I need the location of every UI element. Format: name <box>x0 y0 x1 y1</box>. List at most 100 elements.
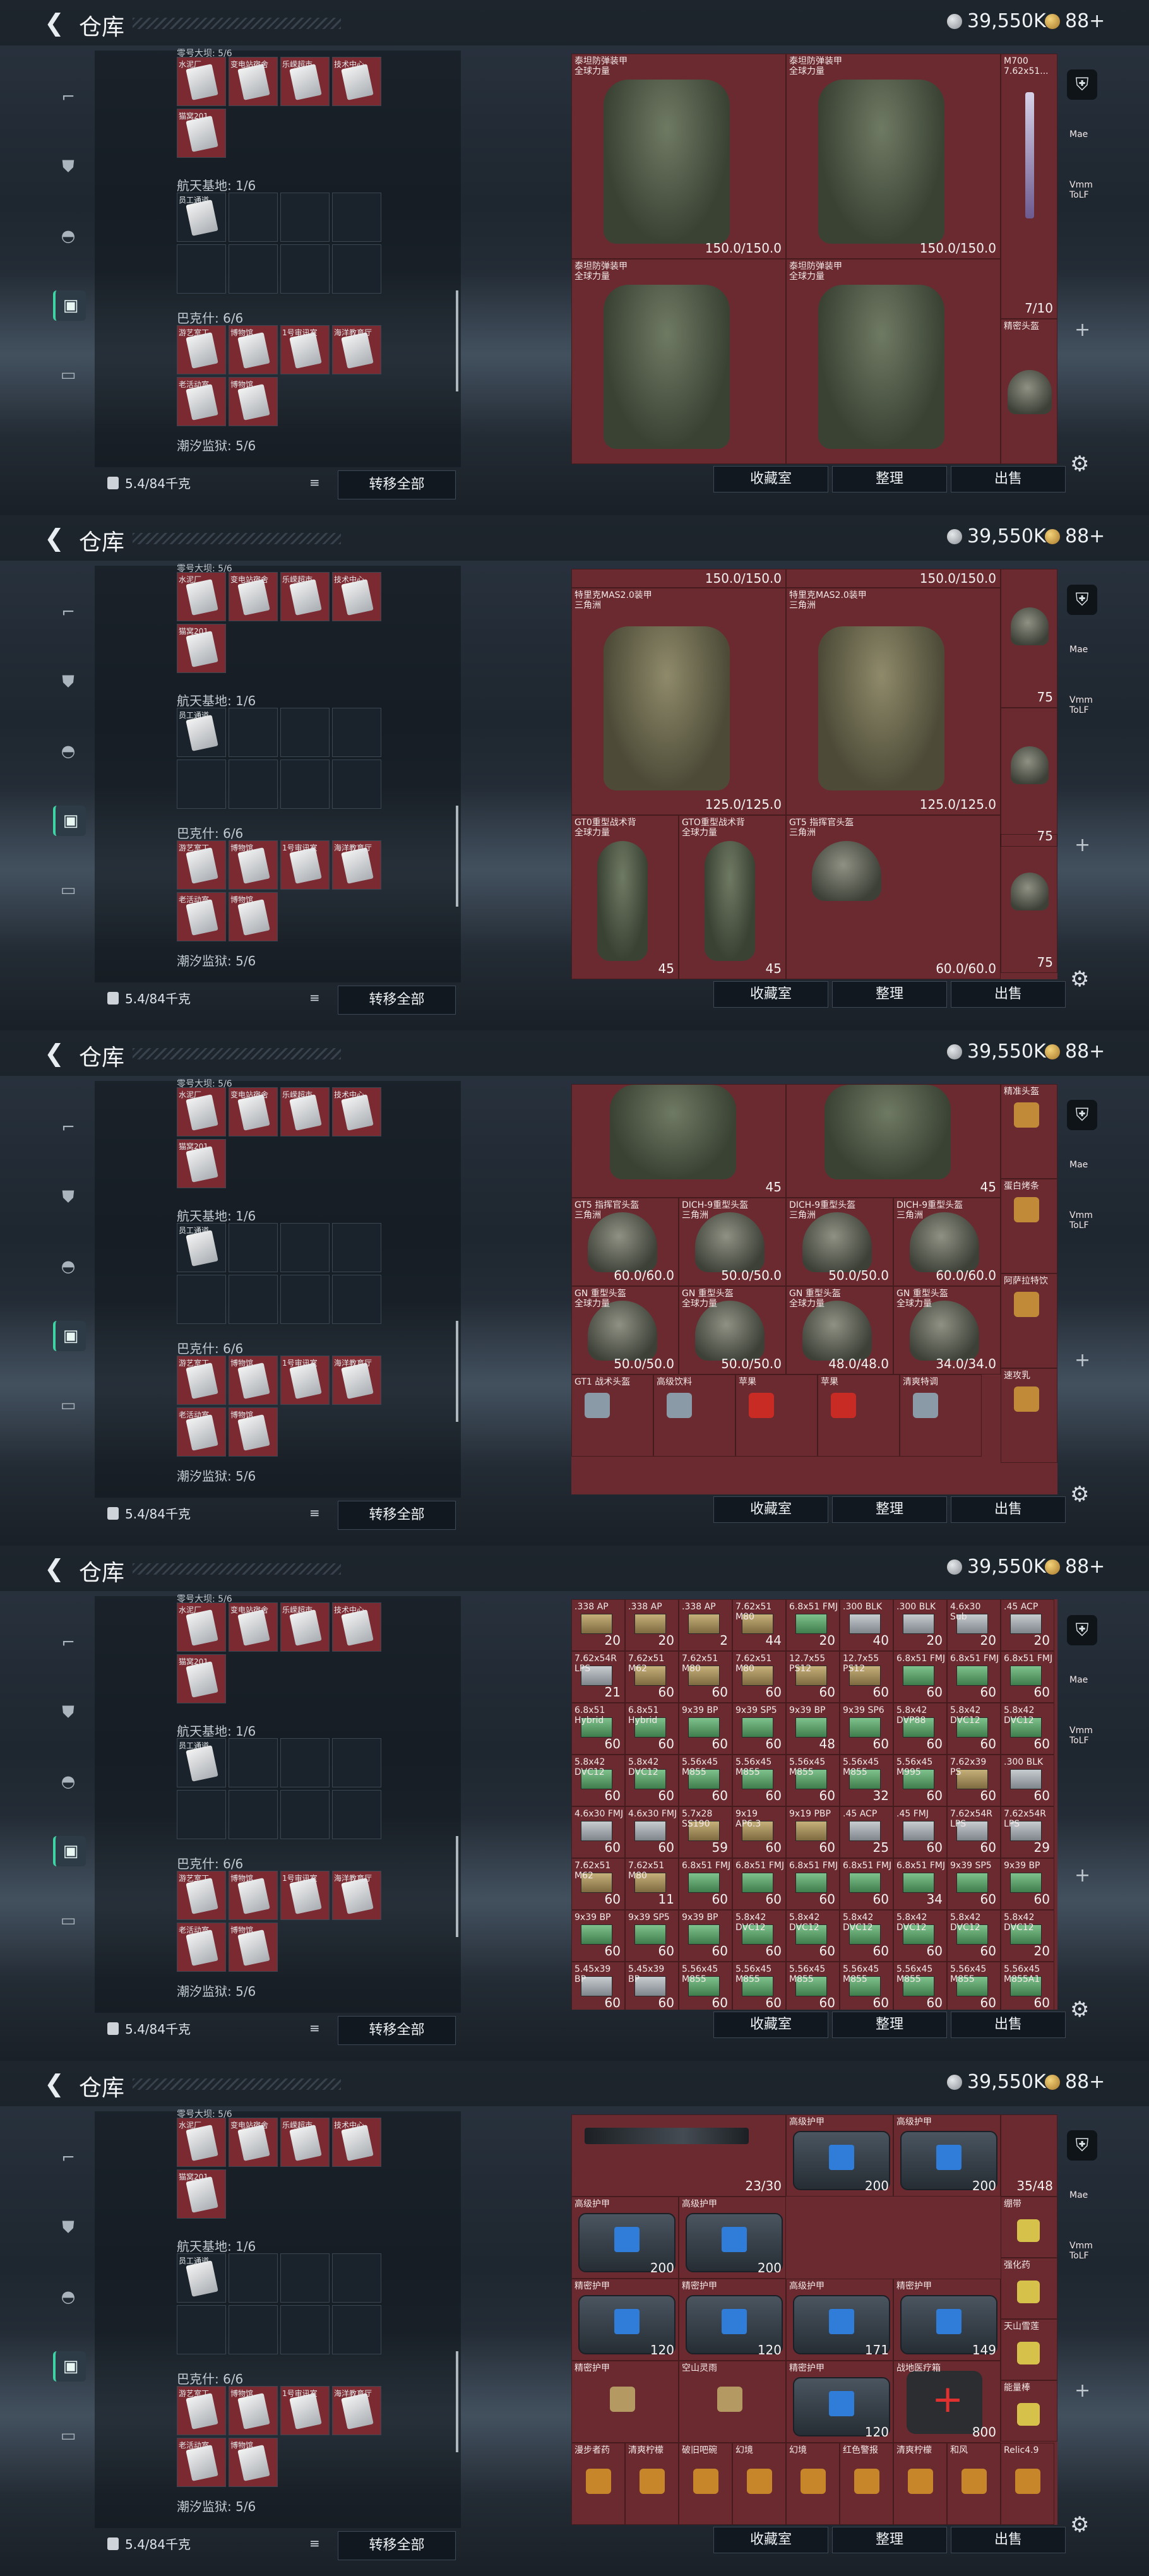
backpack-icon[interactable]: ▣ <box>53 290 86 321</box>
empty-slot[interactable] <box>229 1223 278 1272</box>
grid-item[interactable]: 7.62x39 PS 60 <box>947 1755 1001 1806</box>
keycard-slot[interactable]: 变电站宿舍 <box>229 1602 278 1652</box>
grid-item[interactable]: 清爽特调 <box>900 1374 982 1457</box>
grid-item[interactable]: 漫步者药 <box>571 2443 625 2525</box>
grid-item[interactable]: 9x19 PBP 60 <box>786 1806 840 1858</box>
side-tab-label[interactable]: Vmm ToLF <box>1069 2241 1093 2261</box>
grid-item[interactable]: GTO重型战术背 全球力量 45 <box>679 815 786 979</box>
grid-item[interactable]: 高级护甲 171 <box>786 2279 893 2361</box>
collection-room-button[interactable]: 收藏室 <box>713 2012 828 2038</box>
grid-item[interactable]: DICH-9重型头盔 三角洲 50.0/50.0 <box>786 1198 893 1286</box>
keycard-slot[interactable]: 游艺室丁 <box>177 2386 226 2435</box>
add-tab-button[interactable]: + <box>1075 834 1090 856</box>
empty-slot[interactable] <box>280 2253 330 2303</box>
grid-item[interactable]: GN 重型头盔 全球力量 50.0/50.0 <box>679 1286 786 1374</box>
grid-item[interactable]: 泰坦防弹装甲 全球力量 <box>786 259 1001 464</box>
grid-item[interactable]: 5.56x45 M855 60 <box>893 1962 947 2010</box>
grid-item[interactable]: GT5 指挥官头盔 三角洲 60.0/60.0 <box>571 1198 679 1286</box>
keycard-slot[interactable]: 游艺室丁 <box>177 840 226 890</box>
grid-item[interactable]: 蛋白烤条 <box>1001 1179 1057 1273</box>
briefcase-icon[interactable]: ▭ <box>53 360 83 390</box>
keycard-slot[interactable]: 猫窝201 <box>177 2169 226 2219</box>
grid-item[interactable]: 7.62x51 M80 11 <box>625 1858 679 1910</box>
grid-item[interactable]: 4.6x30 FMJ 60 <box>625 1806 679 1858</box>
pistol-icon[interactable]: ⌐ <box>53 597 83 628</box>
gold-currency[interactable]: 88+ <box>1045 1041 1105 1063</box>
keycard-slot[interactable]: 水泥厂 <box>177 2118 226 2167</box>
empty-slot[interactable] <box>332 244 381 294</box>
keycard-slot[interactable]: 技术中心 <box>332 1087 381 1136</box>
collection-room-button[interactable]: 收藏室 <box>713 1496 828 1523</box>
backpack-icon[interactable]: ▣ <box>53 1836 86 1866</box>
add-tab-button[interactable]: + <box>1075 319 1090 341</box>
keycard-slot[interactable]: 海洋教育厅 <box>332 325 381 374</box>
empty-slot[interactable] <box>280 708 330 757</box>
keycard-slot[interactable]: 博物馆 <box>229 1923 278 1972</box>
grid-item[interactable]: 特里克MAS2.0装甲 三角洲 125.0/125.0 <box>571 588 786 815</box>
grid-item[interactable]: 6.8x51 FMJ 60 <box>786 1858 840 1910</box>
add-tab-button[interactable]: + <box>1075 1349 1090 1371</box>
keycard-slot[interactable]: 乐嵘超市 <box>280 2118 330 2167</box>
grid-item[interactable]: 精密头盔 <box>1001 319 1057 464</box>
grid-item[interactable]: 精密护甲 <box>571 2361 679 2443</box>
grid-item[interactable]: 精密护甲 120 <box>571 2279 679 2361</box>
storage-scrollbar[interactable] <box>456 806 458 907</box>
storage-scrollbar[interactable] <box>456 1836 458 1937</box>
grid-item[interactable]: 150.0/150.0 <box>786 569 1001 588</box>
grid-item[interactable]: 6.8x51 FMJ 60 <box>1001 1651 1054 1703</box>
back-button[interactable]: ❮ <box>44 1039 64 1067</box>
armor-icon[interactable]: ⛊ <box>53 667 83 697</box>
grid-item[interactable]: 4.6x30 Sub 20 <box>947 1599 1001 1651</box>
keycard-slot[interactable]: 乐嵘超市 <box>280 1087 330 1136</box>
grid-item[interactable]: 精密护甲 120 <box>679 2279 786 2361</box>
keycard-slot[interactable]: 老活动室 <box>177 892 226 941</box>
grid-item[interactable]: 高级护甲 200 <box>893 2114 1001 2197</box>
empty-slot[interactable] <box>177 1790 226 1839</box>
empty-slot[interactable] <box>332 2253 381 2303</box>
grid-item[interactable]: 高级护甲 200 <box>679 2197 786 2279</box>
keycard-slot[interactable]: 乐嵘超市 <box>280 572 330 621</box>
grid-item[interactable]: 泰坦防弹装甲 全球力量 <box>571 259 786 464</box>
empty-slot[interactable] <box>177 1275 226 1324</box>
empty-slot[interactable] <box>332 193 381 242</box>
grid-item[interactable]: 绷带 <box>1001 2197 1057 2258</box>
keycard-slot[interactable]: 1号审讯室 <box>280 1871 330 1920</box>
grid-item[interactable]: 9x19 AP6.3 60 <box>732 1806 786 1858</box>
armor-icon[interactable]: ⛊ <box>53 1182 83 1212</box>
silver-currency[interactable]: 39,550K <box>947 1556 1046 1578</box>
grid-item[interactable]: 7.62x51 M80 44 <box>732 1599 786 1651</box>
grid-item[interactable]: 高级护甲 200 <box>571 2197 679 2279</box>
grid-item[interactable]: 6.8x51 FMJ 60 <box>732 1858 786 1910</box>
grid-item[interactable]: 高级饮料 <box>653 1374 735 1457</box>
keycard-slot[interactable]: 博物馆 <box>229 840 278 890</box>
keycard-slot[interactable]: 老活动室 <box>177 1923 226 1972</box>
back-button[interactable]: ❮ <box>44 1554 64 1582</box>
empty-slot[interactable] <box>332 1790 381 1839</box>
collection-room-button[interactable]: 收藏室 <box>713 981 828 1008</box>
sort-button[interactable]: 整理 <box>832 2527 947 2553</box>
grid-item[interactable]: 9x39 BP 60 <box>571 1910 625 1962</box>
grid-item[interactable]: GT5 指挥官头盔 三角洲 60.0/60.0 <box>786 815 1001 979</box>
grid-item[interactable]: 天山雪莲 <box>1001 2319 1057 2380</box>
grid-item[interactable]: 5.56x45 M995 60 <box>893 1755 947 1806</box>
grid-item[interactable]: 6.8x51 FMJ 20 <box>786 1599 840 1651</box>
grid-item[interactable]: DICH-9重型头盔 三角洲 50.0/50.0 <box>679 1198 786 1286</box>
empty-slot[interactable] <box>229 2253 278 2303</box>
grid-item[interactable]: 阿萨拉特饮 <box>1001 1273 1057 1368</box>
grid-item[interactable]: 5.8x42 DVP88 60 <box>893 1703 947 1755</box>
silver-currency[interactable]: 39,550K <box>947 10 1046 32</box>
keycard-slot[interactable]: 老活动室 <box>177 2438 226 2487</box>
helmet-icon[interactable]: ◓ <box>53 2282 83 2312</box>
back-button[interactable]: ❮ <box>44 2070 64 2097</box>
back-button[interactable]: ❮ <box>44 524 64 552</box>
shield-icon[interactable]: ⛨ <box>1067 585 1097 615</box>
grid-item[interactable]: 5.8x42 DVC12 60 <box>947 1910 1001 1962</box>
grid-item[interactable]: 6.8x51 FMJ 60 <box>679 1858 732 1910</box>
sell-button[interactable]: 出售 <box>951 2012 1066 2038</box>
sort-button[interactable]: 整理 <box>832 981 947 1008</box>
grid-item[interactable]: 45 <box>571 1084 786 1198</box>
pistol-icon[interactable]: ⌐ <box>53 1112 83 1143</box>
grid-item[interactable]: 9x39 BP 60 <box>679 1910 732 1962</box>
grid-item[interactable]: 23/30 <box>571 2114 786 2197</box>
keycard-slot[interactable]: 技术中心 <box>332 1602 381 1652</box>
